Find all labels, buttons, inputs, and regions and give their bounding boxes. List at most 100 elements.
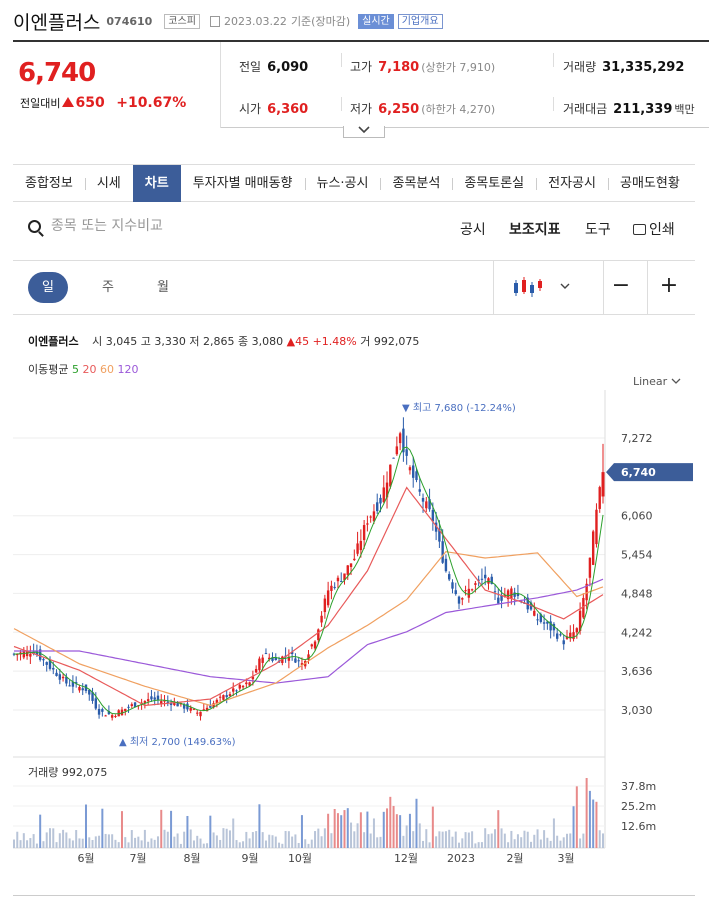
volume-bar — [225, 828, 228, 848]
volume-bar — [294, 834, 297, 848]
volume-bar — [101, 808, 104, 848]
volume-bar — [143, 829, 146, 848]
volume-bar — [425, 829, 428, 848]
period-month-button[interactable]: 월 — [143, 272, 183, 303]
volume-bar — [346, 808, 349, 848]
tab-quotes[interactable]: 시세 — [84, 165, 133, 202]
volume-bar — [166, 831, 169, 848]
volume-bar — [107, 834, 110, 848]
volume-bar — [222, 828, 225, 848]
candle-body — [297, 660, 300, 662]
volume-tick-label: 12.6m — [621, 820, 656, 833]
chart-type-chevron-down-icon[interactable] — [559, 282, 571, 290]
volume-bar — [147, 841, 150, 848]
volume-bar — [196, 835, 199, 848]
trade-value-label: 거래대금 — [563, 102, 608, 116]
tab-short-selling[interactable]: 공매도현황 — [607, 165, 692, 202]
volume-bar — [412, 831, 415, 848]
candle-body — [392, 457, 395, 459]
ma-5-line — [13, 446, 604, 715]
volume-bar — [209, 815, 212, 848]
volume-bar — [330, 833, 333, 848]
tab-news[interactable]: 뉴스·공시 — [304, 165, 381, 202]
volume-bar — [137, 836, 140, 848]
stock-header: 이엔플러스 074610 코스피 2023.03.22 기준(장마감) 실시간 … — [13, 8, 443, 34]
volume-bar — [173, 836, 176, 848]
tool-button[interactable]: 도구 — [585, 219, 611, 239]
candle-body — [575, 628, 579, 633]
volume-bar — [71, 840, 74, 848]
volume-bar — [88, 837, 91, 848]
zoom-in-button[interactable]: + — [659, 275, 679, 297]
ma-label: 이동평균 — [28, 363, 69, 376]
volume-bar — [494, 829, 497, 848]
candle-body — [254, 668, 258, 673]
volume-bar — [588, 790, 591, 848]
candle-body — [398, 433, 402, 444]
volume-bar — [206, 843, 209, 848]
tab-discussion[interactable]: 종목토론실 — [452, 165, 536, 202]
volume-bar — [415, 798, 418, 848]
volume-bar — [405, 825, 408, 848]
volume-bar — [274, 836, 277, 848]
volume-bar — [539, 839, 542, 848]
up-triangle-icon — [62, 97, 75, 107]
volume-bar — [176, 833, 179, 848]
tab-chart[interactable]: 차트 — [132, 165, 181, 202]
market-badge: 코스피 — [164, 13, 200, 29]
print-icon — [633, 224, 646, 235]
volume-bar — [127, 842, 130, 848]
volume-bar — [546, 837, 549, 848]
scale-mode-dropdown[interactable]: Linear — [633, 375, 681, 388]
upper-limit: (상한가 7,910) — [421, 61, 496, 74]
candle-body — [29, 653, 32, 657]
volume-bar — [389, 796, 392, 848]
price-tick-label: 3,030 — [621, 704, 653, 717]
volume-bar — [26, 840, 29, 848]
volume-bar — [408, 813, 411, 848]
volume-bar — [232, 818, 235, 848]
volume-bar — [192, 840, 195, 848]
volume-bar — [438, 831, 441, 848]
candle-body — [598, 487, 601, 509]
min-price-annotation: ▲ 최저 2,700 (149.63%) — [119, 736, 236, 748]
candle-body — [258, 658, 261, 671]
volume-bar — [22, 833, 25, 848]
volume-bar — [530, 841, 533, 848]
indicator-button[interactable]: 보조지표 — [509, 219, 561, 239]
tab-investor-trading[interactable]: 투자자별 매매동향 — [181, 165, 305, 202]
period-day-button[interactable]: 일 — [28, 272, 68, 303]
compare-search — [28, 218, 251, 234]
price-change: 전일대비 650 +10.67% — [20, 95, 186, 111]
tab-filings[interactable]: 전자공시 — [536, 165, 608, 202]
volume-bar — [81, 838, 84, 848]
expand-chevron-icon[interactable] — [343, 126, 385, 138]
candle-body — [457, 596, 461, 604]
tab-analysis[interactable]: 종목분석 — [380, 165, 452, 202]
candle-body — [261, 657, 264, 663]
volume-bar — [62, 829, 65, 848]
period-week-button[interactable]: 주 — [88, 272, 128, 303]
volume-bar — [507, 842, 510, 848]
volume-bar — [585, 778, 588, 848]
company-overview-button[interactable]: 기업개요 — [397, 13, 443, 29]
print-button[interactable]: 인쇄 — [633, 219, 675, 239]
volume-bar — [104, 833, 107, 848]
disclosure-button[interactable]: 공시 — [460, 219, 486, 239]
high-price: 고가 7,180 (상한가 7,910) — [350, 58, 495, 75]
price-chart[interactable]: 7,272 6,060 5,454 4,848 4,242 3,636 3,030 6,740… — [0, 390, 709, 890]
volume-bar — [366, 811, 369, 848]
low-price: 저가 6,250 (하한가 4,270) — [350, 100, 495, 117]
volume-bar — [251, 832, 254, 848]
tab-overview[interactable]: 종합정보 — [13, 165, 85, 202]
x-axis-label: 2023 — [447, 852, 475, 865]
candlestick-type-icon[interactable] — [512, 276, 542, 298]
candle-body — [150, 696, 153, 700]
volume-bar — [183, 831, 186, 848]
realtime-button[interactable]: 실시간 — [358, 13, 394, 29]
volume-bar — [287, 831, 290, 848]
zoom-out-button[interactable]: − — [611, 275, 631, 297]
compare-search-input[interactable] — [51, 218, 251, 234]
volume-bar — [314, 831, 317, 848]
candle-body — [55, 672, 58, 676]
